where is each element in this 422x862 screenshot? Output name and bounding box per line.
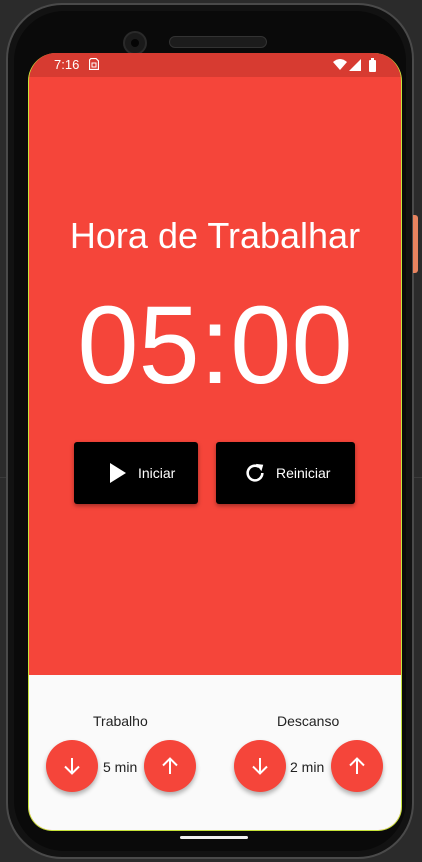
reset-button[interactable]: Reiniciar — [216, 442, 355, 504]
start-button-label: Iniciar — [138, 465, 176, 481]
work-decrease-button[interactable] — [46, 740, 98, 792]
work-duration-value: 5 min — [103, 759, 138, 775]
arrow-down-icon — [252, 758, 268, 775]
status-time: 7:16 — [54, 57, 80, 72]
reset-button-label: Reiniciar — [276, 465, 331, 481]
sim-card-icon — [89, 58, 99, 70]
status-bar: 7:16 — [29, 53, 401, 77]
status-right-icons — [333, 58, 376, 72]
arrow-up-icon — [349, 757, 365, 774]
settings-panel: Trabalho Descanso 5 min 2 min — [29, 675, 401, 830]
app-screen: 7:16 Hora de Trabalhar 05:00 Iniciar Rei… — [28, 53, 402, 831]
rest-decrease-button[interactable] — [234, 740, 286, 792]
front-camera — [123, 31, 147, 55]
rest-increase-button[interactable] — [331, 740, 383, 792]
timer-display: 05:00 — [77, 284, 353, 407]
timer-title: Hora de Trabalhar — [69, 215, 361, 256]
home-indicator[interactable] — [180, 836, 248, 839]
work-label: Trabalho — [93, 713, 148, 729]
wifi-icon — [333, 59, 347, 70]
power-button — [413, 215, 418, 273]
signal-icon — [349, 59, 361, 71]
start-button[interactable]: Iniciar — [74, 442, 198, 504]
rest-label: Descanso — [277, 713, 340, 729]
arrow-up-icon — [162, 757, 178, 774]
battery-icon — [369, 58, 376, 72]
device-stage: 7:16 Hora de Trabalhar 05:00 Iniciar Rei… — [0, 0, 422, 862]
earpiece-speaker — [169, 36, 267, 48]
arrow-down-icon — [64, 758, 80, 775]
play-icon — [107, 462, 129, 484]
refresh-icon — [244, 462, 266, 484]
rest-duration-value: 2 min — [290, 759, 325, 775]
work-increase-button[interactable] — [144, 740, 196, 792]
